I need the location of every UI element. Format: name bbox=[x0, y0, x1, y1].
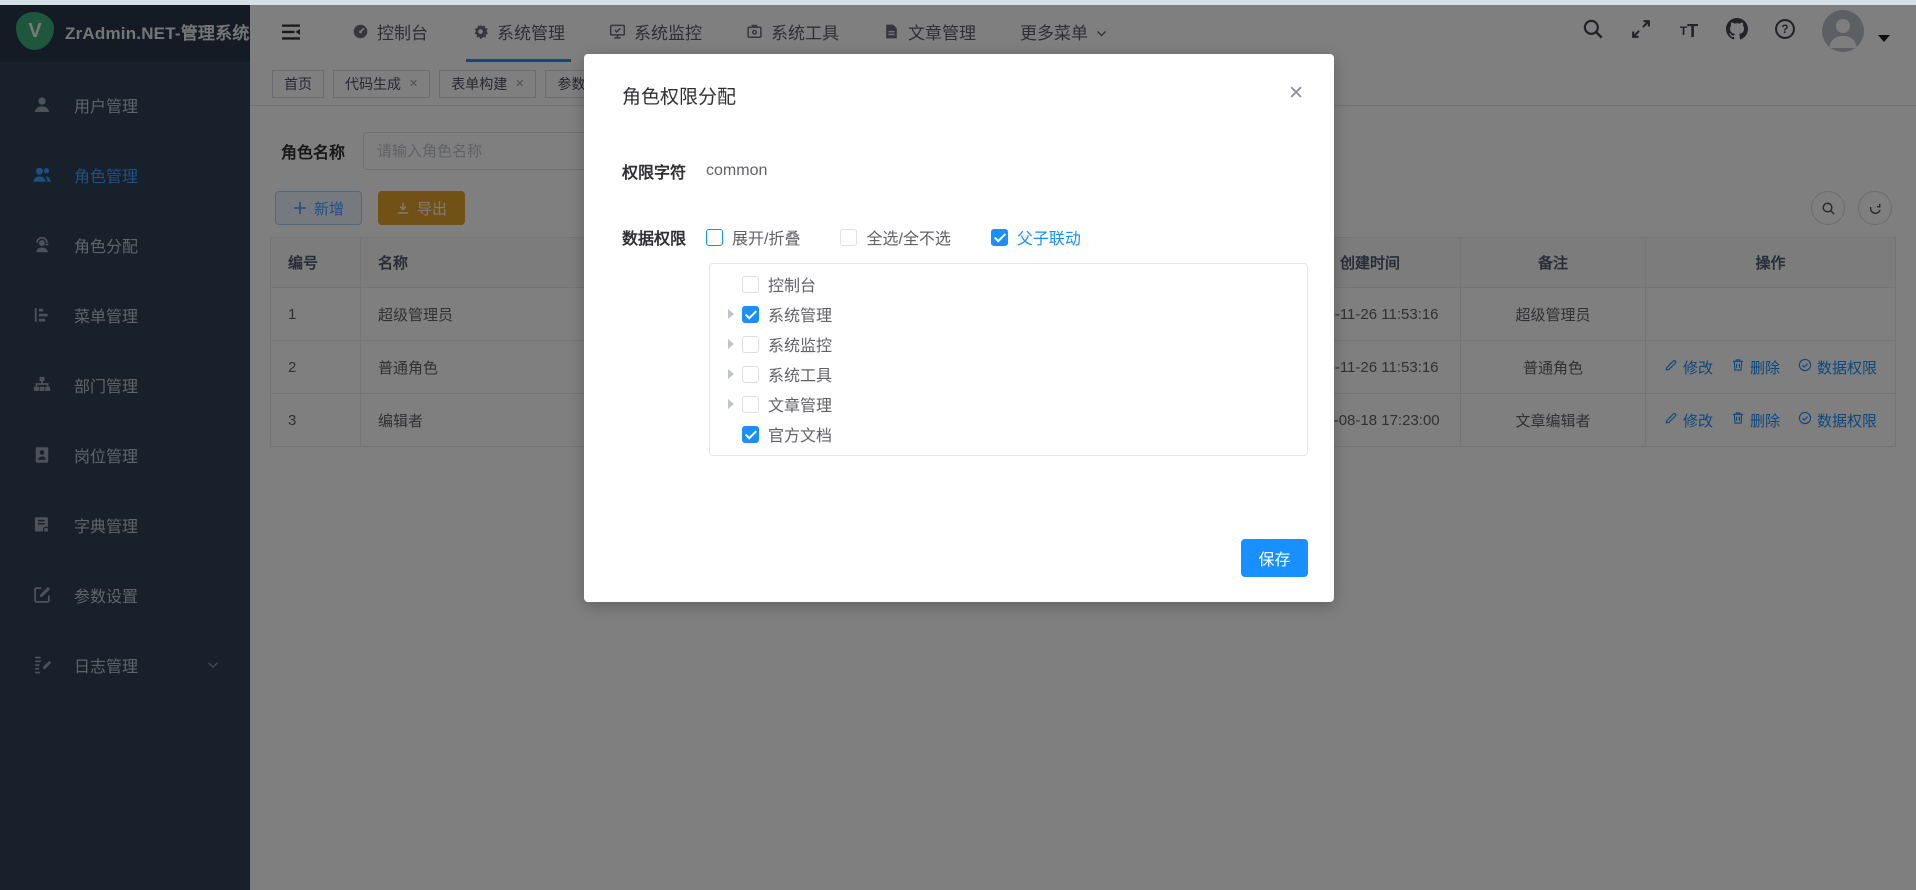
checkbox-icon[interactable] bbox=[742, 426, 759, 443]
option-label: 展开/折叠 bbox=[732, 225, 800, 249]
save-button[interactable]: 保存 bbox=[1241, 539, 1308, 577]
data-scope-label: 数据权限 bbox=[622, 225, 686, 249]
option-expand-collapse[interactable]: 展开/折叠 bbox=[706, 225, 800, 249]
checkbox-icon[interactable] bbox=[742, 306, 759, 323]
option-label: 父子联动 bbox=[1017, 225, 1081, 249]
tree-node-tools[interactable]: 系统工具 bbox=[710, 359, 1307, 389]
role-permission-dialog: 角色权限分配 ✕ 权限字符 common 数据权限 展开/折叠 全选/全不选 父子联… bbox=[584, 54, 1334, 602]
tree-option-group: 展开/折叠 全选/全不选 父子联动 bbox=[706, 225, 1081, 249]
checkbox-icon[interactable] bbox=[840, 229, 857, 246]
tree-node-label: 官方文档 bbox=[768, 422, 832, 446]
checkbox-icon[interactable] bbox=[706, 229, 723, 246]
tree-node-docs[interactable]: 官方文档 bbox=[710, 419, 1307, 449]
tree-node-label: 系统管理 bbox=[768, 302, 832, 326]
tree-node-label: 文章管理 bbox=[768, 392, 832, 416]
dialog-header: 角色权限分配 ✕ bbox=[584, 54, 1334, 109]
tree-node-monitor[interactable]: 系统监控 bbox=[710, 329, 1307, 359]
perm-char-label: 权限字符 bbox=[622, 159, 686, 183]
tree-node-system[interactable]: 系统管理 bbox=[710, 299, 1307, 329]
menu-permission-tree: 控制台系统管理系统监控系统工具文章管理官方文档 bbox=[709, 263, 1308, 456]
data-scope-row: 数据权限 展开/折叠 全选/全不选 父子联动 bbox=[584, 225, 1334, 249]
caret-right-icon[interactable] bbox=[720, 309, 742, 319]
window-edge bbox=[0, 0, 1916, 5]
checkbox-icon[interactable] bbox=[742, 276, 759, 293]
checkbox-icon[interactable] bbox=[742, 396, 759, 413]
caret-right-icon[interactable] bbox=[720, 339, 742, 349]
perm-char-row: 权限字符 common bbox=[584, 159, 1334, 183]
checkbox-icon[interactable] bbox=[742, 366, 759, 383]
caret-right-icon[interactable] bbox=[720, 399, 742, 409]
option-label: 全选/全不选 bbox=[866, 225, 950, 249]
tree-node-console[interactable]: 控制台 bbox=[710, 269, 1307, 299]
option-check-all[interactable]: 全选/全不选 bbox=[840, 225, 950, 249]
tree-node-label: 控制台 bbox=[768, 272, 816, 296]
perm-char-value: common bbox=[706, 162, 767, 180]
checkbox-icon[interactable] bbox=[991, 229, 1008, 246]
tree-node-label: 系统监控 bbox=[768, 332, 832, 356]
tree-node-label: 系统工具 bbox=[768, 362, 832, 386]
checkbox-icon[interactable] bbox=[742, 336, 759, 353]
close-icon[interactable]: ✕ bbox=[1282, 82, 1310, 105]
option-parent-child[interactable]: 父子联动 bbox=[991, 225, 1081, 249]
dialog-title: 角色权限分配 bbox=[622, 82, 736, 109]
tree-node-article[interactable]: 文章管理 bbox=[710, 389, 1307, 419]
caret-right-icon[interactable] bbox=[720, 369, 742, 379]
